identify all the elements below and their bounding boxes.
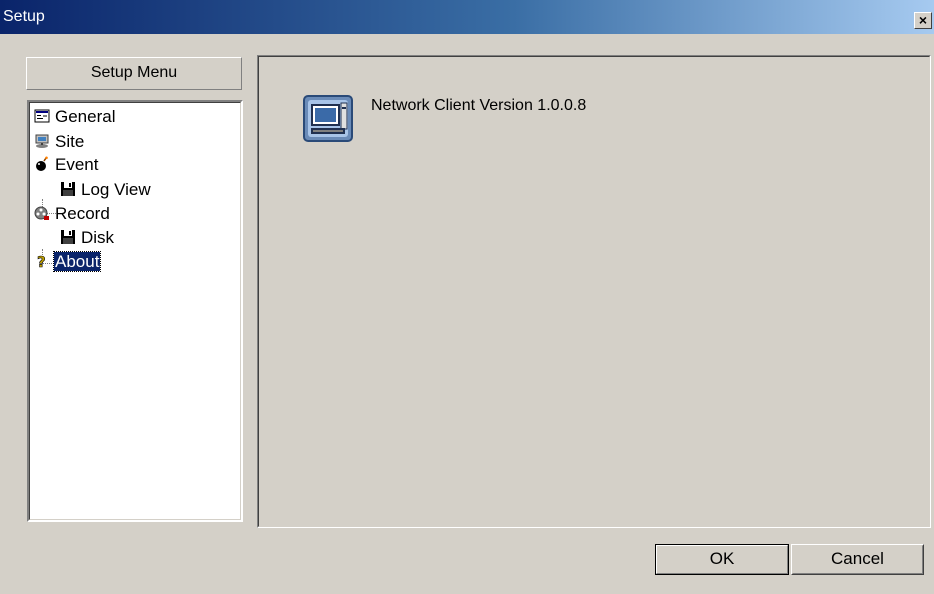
setup-tree[interactable]: General Site Event Log View Record Disk … [27,100,243,522]
question-mark-icon: ? [34,253,50,272]
tree-item-about[interactable]: ? About [34,251,102,272]
tree-item-site[interactable]: Site [34,132,85,152]
tree-label-event: Event [55,155,99,174]
floppy-disk-icon [60,229,76,245]
svg-text:?: ? [37,253,46,269]
tree-label-general: General [55,107,116,126]
version-text: Network Client Version 1.0.0.8 [371,97,587,114]
floppy-disk-icon [60,181,76,197]
cancel-button[interactable]: Cancel [791,544,924,575]
record-film-icon [34,205,50,221]
tree-label-site: Site [55,132,85,151]
ok-button[interactable]: OK [655,544,789,575]
tree-item-event[interactable]: Event [34,155,99,175]
tree-item-disk[interactable]: Disk [60,228,115,248]
general-settings-icon [34,108,50,124]
network-client-icon [303,95,353,142]
tree-item-record[interactable]: Record [34,204,111,224]
tree-label-record: Record [55,204,110,223]
event-bomb-icon [34,156,50,172]
close-button[interactable]: × [914,12,932,29]
tree-label-about: About [52,251,102,272]
tree-item-general[interactable]: General [34,107,116,127]
about-panel [257,55,931,528]
tree-label-log-view: Log View [81,180,151,199]
tree-item-log-view[interactable]: Log View [60,180,152,200]
site-computer-icon [34,133,50,149]
title-bar: Setup × [0,0,934,34]
window-title: Setup [3,8,45,25]
tree-label-disk: Disk [81,228,115,247]
setup-menu-header: Setup Menu [26,57,242,90]
